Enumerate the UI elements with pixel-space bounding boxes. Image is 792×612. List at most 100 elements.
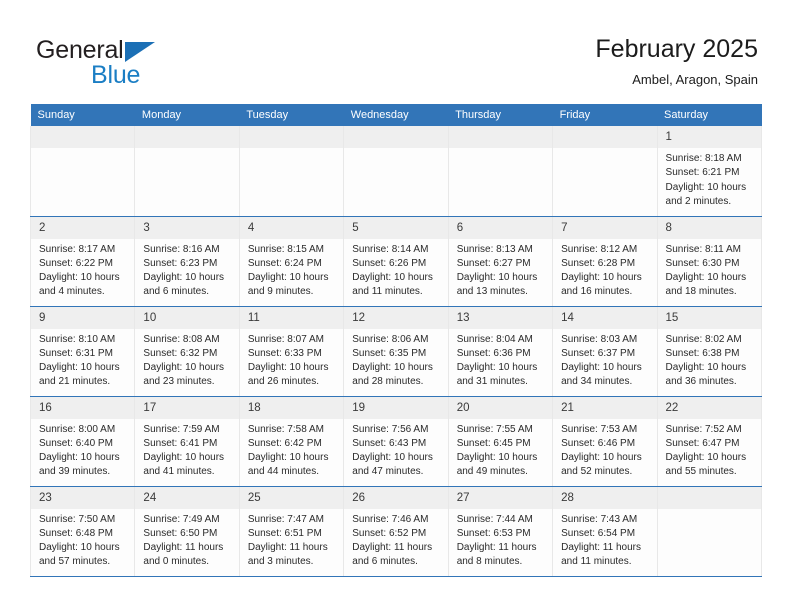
day-number: 20 bbox=[448, 396, 553, 419]
day-cell[interactable]: 28 Sunrise: 7:43 AM Sunset: 6:54 PM Dayl… bbox=[552, 486, 658, 577]
day-info: Sunrise: 8:00 AM Sunset: 6:40 PM Dayligh… bbox=[31, 419, 134, 480]
sunset-text: Sunset: 6:28 PM bbox=[561, 257, 636, 269]
sunrise-text: Sunrise: 7:44 AM bbox=[456, 513, 533, 525]
sunrise-text: Sunrise: 8:00 AM bbox=[39, 423, 116, 435]
day-cell[interactable]: 9 Sunrise: 8:10 AM Sunset: 6:31 PM Dayli… bbox=[29, 306, 136, 397]
day-number bbox=[31, 126, 135, 148]
weekday-header-friday: Friday bbox=[552, 104, 658, 126]
day-cell[interactable] bbox=[552, 126, 658, 217]
day-number: 28 bbox=[553, 486, 657, 509]
day-number: 11 bbox=[239, 306, 344, 329]
day-info: Sunrise: 7:43 AM Sunset: 6:54 PM Dayligh… bbox=[553, 509, 656, 570]
weekday-header-wednesday: Wednesday bbox=[343, 104, 449, 126]
day-cell[interactable]: 11 Sunrise: 8:07 AM Sunset: 6:33 PM Dayl… bbox=[238, 306, 345, 397]
day-cell[interactable]: 15 Sunrise: 8:02 AM Sunset: 6:38 PM Dayl… bbox=[656, 306, 763, 397]
day-cell[interactable]: 10 Sunrise: 8:08 AM Sunset: 6:32 PM Dayl… bbox=[134, 306, 240, 397]
daylight-text: Daylight: 10 hours and 16 minutes. bbox=[561, 272, 642, 298]
daylight-text: Daylight: 10 hours and 44 minutes. bbox=[247, 452, 329, 478]
sunset-text: Sunset: 6:50 PM bbox=[143, 527, 218, 539]
daylight-text: Daylight: 10 hours and 11 minutes. bbox=[352, 272, 433, 298]
day-number: 27 bbox=[448, 486, 553, 509]
sunset-text: Sunset: 6:48 PM bbox=[39, 527, 113, 539]
sunrise-text: Sunrise: 8:04 AM bbox=[456, 333, 533, 345]
day-cell[interactable]: 13 Sunrise: 8:04 AM Sunset: 6:36 PM Dayl… bbox=[447, 306, 554, 397]
day-info: Sunrise: 7:53 AM Sunset: 6:46 PM Dayligh… bbox=[553, 419, 656, 480]
day-number: 18 bbox=[239, 396, 344, 419]
triangle-flag-icon bbox=[124, 42, 155, 62]
location-subtitle: Ambel, Aragon, Spain bbox=[632, 72, 758, 87]
sunset-text: Sunset: 6:54 PM bbox=[561, 527, 636, 539]
day-cell[interactable]: 6 Sunrise: 8:13 AM Sunset: 6:27 PM Dayli… bbox=[447, 216, 554, 307]
day-number: 17 bbox=[135, 396, 239, 419]
day-cell[interactable]: 23 Sunrise: 7:50 AM Sunset: 6:48 PM Dayl… bbox=[29, 486, 136, 577]
sunrise-text: Sunrise: 8:16 AM bbox=[143, 243, 220, 255]
day-cell[interactable]: 21 Sunrise: 7:53 AM Sunset: 6:46 PM Dayl… bbox=[552, 396, 658, 487]
day-number bbox=[553, 126, 657, 148]
sunset-text: Sunset: 6:23 PM bbox=[143, 257, 218, 269]
daylight-text: Daylight: 10 hours and 34 minutes. bbox=[561, 362, 642, 388]
daylight-text: Daylight: 11 hours and 8 minutes. bbox=[456, 542, 537, 568]
day-cell[interactable]: 5 Sunrise: 8:14 AM Sunset: 6:26 PM Dayli… bbox=[343, 216, 449, 307]
day-number: 2 bbox=[31, 216, 135, 239]
day-number: 14 bbox=[553, 306, 657, 329]
day-cell[interactable]: 22 Sunrise: 7:52 AM Sunset: 6:47 PM Dayl… bbox=[656, 396, 763, 487]
weekday-header-sunday: Sunday bbox=[30, 104, 135, 126]
sunset-text: Sunset: 6:43 PM bbox=[352, 437, 427, 449]
brand-logo[interactable]: General Blue bbox=[36, 36, 266, 92]
sunset-text: Sunset: 6:37 PM bbox=[561, 347, 636, 359]
day-cell[interactable] bbox=[656, 486, 763, 577]
weekday-header-tuesday: Tuesday bbox=[239, 104, 344, 126]
day-cell[interactable]: 26 Sunrise: 7:46 AM Sunset: 6:52 PM Dayl… bbox=[343, 486, 449, 577]
sunrise-text: Sunrise: 7:47 AM bbox=[247, 513, 324, 525]
day-cell[interactable]: 3 Sunrise: 8:16 AM Sunset: 6:23 PM Dayli… bbox=[134, 216, 240, 307]
sunset-text: Sunset: 6:38 PM bbox=[665, 347, 740, 359]
day-cell[interactable]: 24 Sunrise: 7:49 AM Sunset: 6:50 PM Dayl… bbox=[134, 486, 240, 577]
sunrise-text: Sunrise: 8:02 AM bbox=[665, 333, 742, 345]
day-cell[interactable]: 18 Sunrise: 7:58 AM Sunset: 6:42 PM Dayl… bbox=[238, 396, 345, 487]
daylight-text: Daylight: 10 hours and 57 minutes. bbox=[39, 542, 120, 568]
day-cell[interactable]: 20 Sunrise: 7:55 AM Sunset: 6:45 PM Dayl… bbox=[447, 396, 554, 487]
sunrise-text: Sunrise: 8:03 AM bbox=[561, 333, 638, 345]
sunrise-text: Sunrise: 7:52 AM bbox=[665, 423, 742, 435]
day-cell[interactable]: 1 Sunrise: 8:18 AM Sunset: 6:21 PM Dayli… bbox=[656, 126, 763, 217]
day-cell[interactable] bbox=[447, 126, 554, 217]
sunset-text: Sunset: 6:35 PM bbox=[352, 347, 427, 359]
day-cell[interactable] bbox=[29, 126, 136, 217]
sunrise-text: Sunrise: 8:07 AM bbox=[247, 333, 324, 345]
day-cell[interactable]: 16 Sunrise: 8:00 AM Sunset: 6:40 PM Dayl… bbox=[29, 396, 136, 487]
day-info: Sunrise: 7:52 AM Sunset: 6:47 PM Dayligh… bbox=[658, 419, 761, 480]
sunset-text: Sunset: 6:33 PM bbox=[247, 347, 322, 359]
day-number: 26 bbox=[344, 486, 448, 509]
day-cell[interactable]: 8 Sunrise: 8:11 AM Sunset: 6:30 PM Dayli… bbox=[656, 216, 763, 307]
daylight-text: Daylight: 10 hours and 18 minutes. bbox=[665, 272, 747, 298]
day-info: Sunrise: 8:07 AM Sunset: 6:33 PM Dayligh… bbox=[240, 329, 343, 390]
page-title: February 2025 bbox=[595, 35, 758, 63]
day-number: 10 bbox=[135, 306, 239, 329]
sunrise-text: Sunrise: 7:49 AM bbox=[143, 513, 220, 525]
day-cell[interactable] bbox=[238, 126, 345, 217]
day-info: Sunrise: 8:12 AM Sunset: 6:28 PM Dayligh… bbox=[553, 239, 656, 300]
weekday-header-saturday: Saturday bbox=[657, 104, 762, 126]
brand-name-blue: Blue bbox=[91, 61, 141, 89]
day-cell[interactable] bbox=[343, 126, 449, 217]
day-cell[interactable]: 19 Sunrise: 7:56 AM Sunset: 6:43 PM Dayl… bbox=[343, 396, 449, 487]
daylight-text: Daylight: 10 hours and 49 minutes. bbox=[456, 452, 538, 478]
page-header: General Blue February 2025 Ambel, Aragon… bbox=[0, 0, 792, 100]
day-cell[interactable]: 4 Sunrise: 8:15 AM Sunset: 6:24 PM Dayli… bbox=[238, 216, 345, 307]
day-cell[interactable]: 17 Sunrise: 7:59 AM Sunset: 6:41 PM Dayl… bbox=[134, 396, 240, 487]
day-cell[interactable]: 2 Sunrise: 8:17 AM Sunset: 6:22 PM Dayli… bbox=[29, 216, 136, 307]
sunrise-text: Sunrise: 7:56 AM bbox=[352, 423, 429, 435]
day-cell[interactable]: 12 Sunrise: 8:06 AM Sunset: 6:35 PM Dayl… bbox=[343, 306, 449, 397]
day-cell[interactable]: 14 Sunrise: 8:03 AM Sunset: 6:37 PM Dayl… bbox=[552, 306, 658, 397]
sunrise-text: Sunrise: 8:10 AM bbox=[39, 333, 116, 345]
day-cell[interactable]: 25 Sunrise: 7:47 AM Sunset: 6:51 PM Dayl… bbox=[238, 486, 345, 577]
day-info bbox=[135, 148, 238, 152]
day-cell[interactable]: 7 Sunrise: 8:12 AM Sunset: 6:28 PM Dayli… bbox=[552, 216, 658, 307]
daylight-text: Daylight: 11 hours and 11 minutes. bbox=[561, 542, 641, 568]
day-cell[interactable] bbox=[134, 126, 240, 217]
day-cell[interactable]: 27 Sunrise: 7:44 AM Sunset: 6:53 PM Dayl… bbox=[447, 486, 554, 577]
sunset-text: Sunset: 6:27 PM bbox=[456, 257, 531, 269]
day-info: Sunrise: 8:02 AM Sunset: 6:38 PM Dayligh… bbox=[658, 329, 761, 390]
calendar-body: 1 Sunrise: 8:18 AM Sunset: 6:21 PM Dayli… bbox=[29, 126, 763, 577]
sunrise-text: Sunrise: 8:06 AM bbox=[352, 333, 429, 345]
